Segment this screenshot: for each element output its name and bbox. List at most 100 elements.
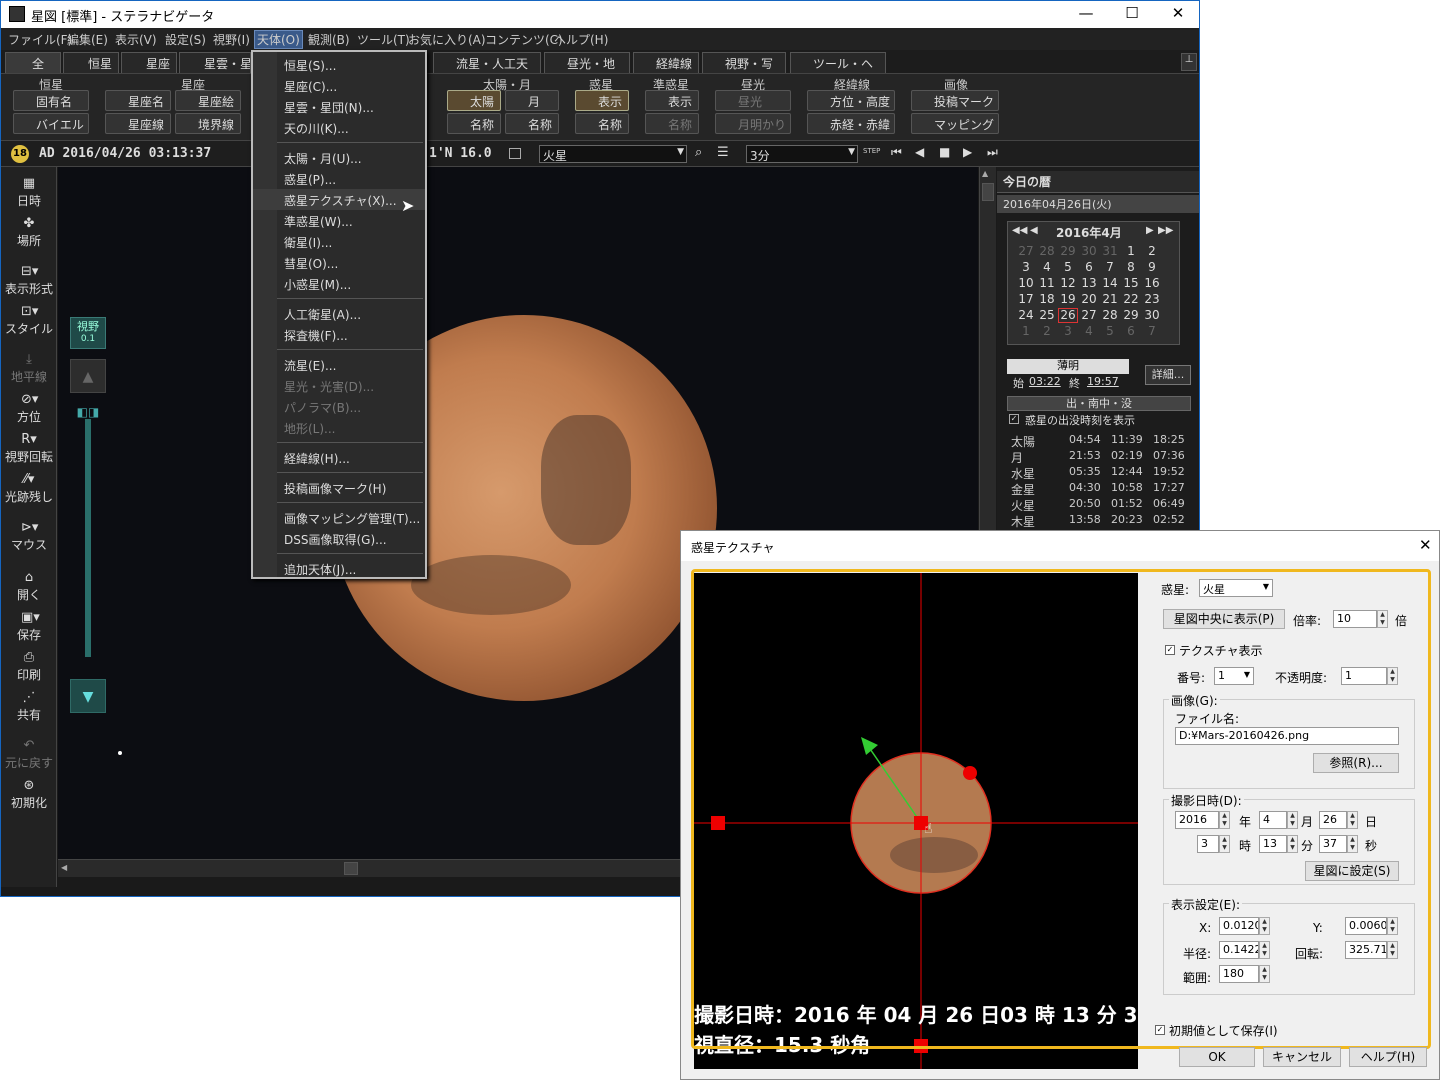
prev-year-icon[interactable]: ◀◀ [1012, 225, 1027, 236]
calendar-day[interactable]: 22 [1121, 292, 1141, 306]
skip-forward-icon[interactable]: ⏭ [987, 145, 998, 160]
calendar-day[interactable]: 31 [1100, 244, 1120, 258]
year-spinner[interactable]: ▲ ▼ [1219, 811, 1230, 829]
minute-input[interactable]: 13 [1259, 835, 1287, 853]
minimize-button[interactable]: — [1063, 1, 1109, 28]
day-input[interactable]: 26 [1319, 811, 1347, 829]
tab-nebulae[interactable]: 星雲・星団 [179, 52, 251, 73]
cancel-button[interactable]: キャンセル [1263, 1047, 1341, 1067]
calendar-day[interactable]: 1 [1121, 244, 1141, 258]
tab-constellations[interactable]: 星座 [121, 52, 177, 73]
post-mark-button[interactable]: 投稿マーク [911, 90, 999, 111]
dwarf-show-button[interactable]: 表示 [645, 90, 699, 111]
style-tool[interactable]: ⊡▾ スタイル [1, 305, 57, 337]
save-default-checkbox[interactable]: ✓ [1155, 1025, 1165, 1035]
menu-item-artificial-satellites[interactable]: 人工衛星(A)... [253, 303, 425, 324]
tab-meteors[interactable]: 流星・人工天体 [433, 52, 541, 88]
menu-objects[interactable]: 天体(O) [254, 30, 303, 49]
range-input[interactable]: 180 [1219, 965, 1259, 983]
calendar-day[interactable]: 15 [1121, 276, 1141, 290]
menu-file[interactable]: ファイル(F) [8, 31, 72, 48]
tab-daylight[interactable]: 昼光・地形 [544, 52, 630, 88]
zoom-slider-handle[interactable]: ◧◨ [70, 405, 106, 419]
tab-grid[interactable]: 経緯線 [633, 52, 699, 73]
x-spinner[interactable]: ▲ ▼ [1259, 917, 1270, 935]
moon-button[interactable]: 月 [505, 90, 559, 111]
calendar-day[interactable]: 7 [1100, 260, 1120, 274]
calendar-day[interactable]: 10 [1016, 276, 1036, 290]
hour-input[interactable]: 3 [1197, 835, 1219, 853]
calendar-day[interactable]: 2 [1037, 324, 1057, 338]
fov-rotate-tool[interactable]: R▾ 視野回転 [1, 433, 57, 465]
month-input[interactable]: 4 [1259, 811, 1287, 829]
calendar-day[interactable]: 3 [1058, 324, 1078, 338]
mag-spinner[interactable]: ▲ ▼ [1377, 610, 1388, 628]
daylight-button[interactable]: 昼光 [715, 90, 791, 111]
menu-tools[interactable]: ツール(T) [357, 31, 410, 48]
dwarf-name-button[interactable]: 名称 [645, 113, 699, 134]
filename-input[interactable]: D:¥Mars-20160426.png [1175, 727, 1399, 745]
tab-fov[interactable]: 視野・写野 [702, 52, 786, 88]
menu-item-satellites[interactable]: 衛星(I)... [253, 231, 425, 252]
calendar-day[interactable]: 24 [1016, 308, 1036, 322]
maximize-button[interactable]: ☐ [1109, 1, 1155, 28]
scroll-left-icon[interactable]: ◀ [61, 863, 67, 872]
year-input[interactable]: 2016 [1175, 811, 1219, 829]
calendar-day[interactable]: 5 [1058, 260, 1078, 274]
search-icon[interactable]: ⌕ [695, 145, 702, 160]
stop-icon[interactable]: ■ [939, 145, 950, 159]
step-button[interactable]: STEP [863, 147, 880, 155]
save-tool[interactable]: ▣▾ 保存 [1, 611, 57, 643]
calendar-day[interactable]: 18 [1037, 292, 1057, 306]
moon-name-button[interactable]: 名称 [505, 113, 559, 134]
radius-input[interactable]: 0.14220 [1219, 941, 1259, 959]
menu-item-sunmoon[interactable]: 太陽・月(U)... [253, 147, 425, 168]
calendar-day[interactable]: 20 [1079, 292, 1099, 306]
share-tool[interactable]: ⋰ 共有 [1, 691, 57, 723]
calendar-day[interactable]: 16 [1142, 276, 1162, 290]
x-input[interactable]: 0.01207 [1219, 917, 1259, 935]
calendar-day[interactable]: 14 [1100, 276, 1120, 290]
open-tool[interactable]: ⌂ 開く [1, 571, 57, 603]
menu-contents[interactable]: コンテンツ(C) [485, 31, 563, 48]
menu-item-post-mark[interactable]: 投稿画像マーク(H) [253, 477, 425, 498]
radius-spinner[interactable]: ▲ ▼ [1259, 941, 1270, 959]
calendar-day[interactable]: 11 [1037, 276, 1057, 290]
menu-edit[interactable]: 編集(E) [67, 31, 108, 48]
star-name-button[interactable]: 固有名 [13, 90, 89, 111]
calendar-day[interactable]: 6 [1079, 260, 1099, 274]
menu-item-additional[interactable]: 追加天体(J)... [253, 558, 425, 579]
next-year-icon[interactable]: ▶▶ [1158, 225, 1173, 236]
calendar-day[interactable]: 2 [1142, 244, 1162, 258]
horizon-tool[interactable]: ⤓ 地平線 [1, 353, 57, 385]
calendar-day[interactable]: 8 [1121, 260, 1141, 274]
calendar-day[interactable]: 25 [1037, 308, 1057, 322]
calendar-day[interactable]: 29 [1058, 244, 1078, 258]
calendar-day[interactable]: 3 [1016, 260, 1036, 274]
skip-back-icon[interactable]: ⏮ [891, 145, 902, 160]
zoom-out-button[interactable]: ▼ [70, 679, 106, 713]
opacity-spinner[interactable]: ▲ ▼ [1387, 667, 1398, 685]
menu-favorites[interactable]: お気に入り(A) [408, 31, 486, 48]
menu-view[interactable]: 表示(V) [115, 31, 157, 48]
month-spinner[interactable]: ▲ ▼ [1287, 811, 1298, 829]
target-select[interactable]: 火星 ▼ [539, 145, 687, 163]
y-spinner[interactable]: ▲ ▼ [1387, 917, 1398, 935]
calendar-day[interactable]: 5 [1100, 324, 1120, 338]
display-mode-tool[interactable]: ⊟▾ 表示形式 [1, 265, 57, 297]
menu-item-meteors[interactable]: 流星(E)... [253, 354, 425, 375]
constellation-art-button[interactable]: 星座絵 [175, 90, 241, 111]
help-button[interactable]: ヘルプ(H) [1349, 1047, 1427, 1067]
menu-fov[interactable]: 視野(I) [213, 31, 250, 48]
list-icon[interactable]: ☰ [717, 145, 729, 160]
menu-item-grid[interactable]: 経緯線(H)... [253, 447, 425, 468]
mag-input[interactable]: 10 [1333, 610, 1377, 628]
menu-item-probes[interactable]: 探査機(F)... [253, 324, 425, 345]
second-spinner[interactable]: ▲ ▼ [1347, 835, 1358, 853]
calendar-day[interactable]: 30 [1079, 244, 1099, 258]
calendar-day[interactable]: 28 [1100, 308, 1120, 322]
menu-item-constellations[interactable]: 星座(C)... [253, 75, 425, 96]
menu-settings[interactable]: 設定(S) [165, 31, 206, 48]
calendar-day[interactable]: 27 [1016, 244, 1036, 258]
datetime-readout[interactable]: AD 2016/04/26 03:13:37 [39, 146, 211, 161]
